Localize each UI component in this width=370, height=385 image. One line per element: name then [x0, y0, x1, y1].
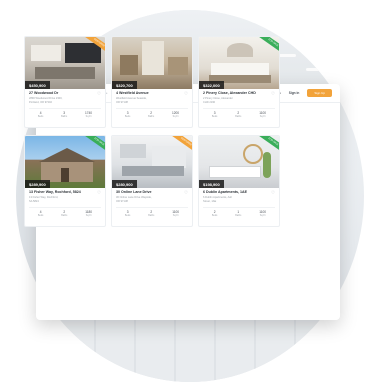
- listing-address[interactable]: 2 Pinery Close, Alexander CHD: [203, 91, 275, 95]
- listing-photo[interactable]: FOR SALE $322,000: [199, 37, 279, 89]
- area-label: Sq Ft: [259, 114, 266, 118]
- listing-card[interactable]: FOR SALE $198,900 6 Dublin Apartments, 1…: [198, 135, 280, 227]
- baths-label: Baths: [148, 114, 155, 118]
- area-label: Sq Ft: [85, 213, 92, 217]
- listing-price: $320,700: [112, 81, 137, 89]
- listing-stats: 4 Beds 2 Baths 1180 Sq Ft: [29, 206, 101, 217]
- listing-address[interactable]: 6 Dublin Apartments, 1AE: [203, 190, 275, 194]
- beds-label: Beds: [37, 213, 44, 217]
- for-sale-ribbon: FOR SALE: [258, 37, 279, 55]
- listing-address[interactable]: 13 Fisher Way, Rochford, 5824: [29, 190, 101, 194]
- listing-location-line-2: SA 5824: [29, 200, 39, 204]
- beds-label: Beds: [37, 114, 44, 118]
- area-label: Sq Ft: [259, 213, 266, 217]
- beds-label: Beds: [211, 114, 218, 118]
- listing-stats: 2 Beds 1 Baths 1100 Sq Ft: [203, 206, 275, 217]
- baths-label: Baths: [148, 213, 155, 217]
- listing-photo[interactable]: FOR SALE $289,900: [25, 136, 105, 188]
- favorite-heart-icon[interactable]: ♡: [184, 190, 188, 196]
- listing-address[interactable]: 4 Westfield Avenue: [116, 91, 188, 95]
- listing-grid: FEATURED $450,900 27 Woodwood Dr ♡ 2890 …: [24, 36, 294, 227]
- listing-location-line-2: OR 97138: [116, 200, 128, 204]
- sign-up-button[interactable]: Sign Up: [307, 89, 332, 97]
- listing-location-line-1: Westfield Avenue Seaside,: [116, 96, 147, 100]
- listing-price: $198,900: [199, 180, 224, 188]
- baths-label: Baths: [235, 114, 242, 118]
- favorite-heart-icon[interactable]: ♡: [184, 91, 188, 97]
- listing-location-line-1: 30 Online Lane Drive Wayside,: [116, 195, 152, 199]
- beds-label: Beds: [124, 213, 131, 217]
- listing-photo[interactable]: $320,700: [112, 37, 192, 89]
- baths-label: Baths: [235, 213, 242, 217]
- listing-price: $450,900: [25, 81, 50, 89]
- listing-price: $289,900: [25, 180, 50, 188]
- baths-label: Baths: [61, 213, 68, 217]
- listing-address[interactable]: 27 Woodwood Dr: [29, 91, 101, 95]
- listing-location-line-1: 6 Dublin Apartments, Ash: [203, 195, 233, 199]
- listing-location-line-2: Portland, OR 97202: [29, 101, 52, 105]
- listing-card[interactable]: FOR SALE $289,900 13 Fisher Way, Rochfor…: [24, 135, 106, 227]
- listing-photo[interactable]: FOR SALE $198,900: [199, 136, 279, 188]
- listing-card[interactable]: $320,700 4 Westfield Avenue ♡ Westfield …: [111, 36, 193, 128]
- baths-label: Baths: [61, 114, 68, 118]
- listing-location-line-2: OR 97138: [116, 101, 128, 105]
- listing-card[interactable]: FEATURED $280,900 30 Online Lane Drive ♡…: [111, 135, 193, 227]
- favorite-heart-icon[interactable]: ♡: [97, 190, 101, 196]
- listing-stats: 3 Beds 2 Baths 1100 Sq Ft: [116, 206, 188, 217]
- favorite-heart-icon[interactable]: ♡: [97, 91, 101, 97]
- area-label: Sq Ft: [172, 114, 179, 118]
- listing-photo[interactable]: FEATURED $450,900: [25, 37, 105, 89]
- listing-location-line-1: 2890 Woodwood Drive 2300,: [29, 96, 63, 100]
- listing-location-line-2: CHD 2190: [203, 101, 216, 105]
- listing-photo[interactable]: FEATURED $280,900: [112, 136, 192, 188]
- listing-address[interactable]: 30 Online Lane Drive: [116, 190, 188, 194]
- listing-price: $322,000: [199, 81, 224, 89]
- favorite-heart-icon[interactable]: ♡: [271, 190, 275, 196]
- listing-location-line-2: Street, 1AE: [203, 200, 217, 204]
- listing-stats: 3 Beds 2 Baths 1100 Sq Ft: [203, 107, 275, 118]
- beds-label: Beds: [211, 213, 218, 217]
- listing-location-line-1: 2 Pinery Close, Alexander: [203, 96, 233, 100]
- listing-location-line-1: 13 Fisher Way, Rochford,: [29, 195, 59, 199]
- favorite-heart-icon[interactable]: ♡: [271, 91, 275, 97]
- area-label: Sq Ft: [172, 213, 179, 217]
- area-label: Sq Ft: [85, 114, 92, 118]
- listing-price: $280,900: [112, 180, 137, 188]
- listing-stats: 3 Beds 2 Baths 1200 Sq Ft: [116, 107, 188, 118]
- ceiling-light: [306, 68, 324, 71]
- beds-label: Beds: [124, 114, 131, 118]
- listing-card[interactable]: FEATURED $450,900 27 Woodwood Dr ♡ 2890 …: [24, 36, 106, 128]
- listing-card[interactable]: FOR SALE $322,000 2 Pinery Close, Alexan…: [198, 36, 280, 128]
- listing-stats: 4 Beds 3 Baths 1740 Sq Ft: [29, 107, 101, 118]
